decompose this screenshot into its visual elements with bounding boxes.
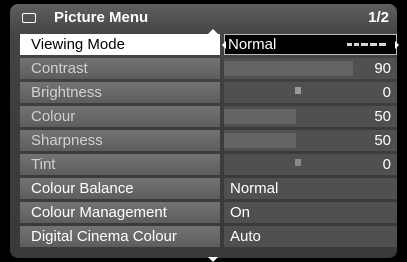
colour-management-label: Colour Management [20, 202, 220, 223]
viewing-mode-selector[interactable]: Normal [222, 34, 399, 55]
digital-cinema-colour-value: Auto [230, 228, 261, 245]
menu-row-brightness[interactable]: Brightness 0 [20, 82, 397, 103]
menu-title: Picture Menu [54, 9, 149, 26]
tint-slider[interactable]: 0 [224, 154, 397, 175]
sharpness-label: Sharpness [20, 130, 220, 151]
sharpness-level-bar [224, 133, 296, 148]
colour-balance-value: Normal [230, 180, 279, 197]
menu-row-digital-cinema-colour[interactable]: Digital Cinema Colour Auto [20, 226, 397, 247]
digital-cinema-colour-label: Digital Cinema Colour [20, 226, 220, 247]
colour-balance-field[interactable]: Normal [224, 178, 397, 199]
menu-header: Picture Menu 1/2 [10, 4, 397, 32]
contrast-label: Contrast [20, 58, 220, 79]
brightness-slider[interactable]: 0 [224, 82, 397, 103]
left-arrow-icon[interactable] [222, 41, 226, 49]
brightness-label: Brightness [20, 82, 220, 103]
sharpness-slider[interactable]: 50 [224, 130, 397, 151]
tint-center-marker [295, 159, 301, 166]
colour-level-bar [224, 109, 296, 124]
menu-row-colour-management[interactable]: Colour Management On [20, 202, 397, 223]
contrast-slider[interactable]: 90 [224, 58, 397, 79]
page-indicator: 1/2 [368, 9, 389, 26]
mode-position-icon [347, 43, 387, 46]
tint-value: 0 [382, 156, 391, 173]
contrast-value: 90 [374, 60, 391, 77]
brightness-center-marker [295, 87, 301, 94]
viewing-mode-label: Viewing Mode [20, 34, 220, 55]
menu-row-colour[interactable]: Colour 50 [20, 106, 397, 127]
right-arrow-icon[interactable] [395, 41, 399, 49]
menu-icon [22, 13, 36, 23]
colour-management-field[interactable]: On [224, 202, 397, 223]
colour-slider[interactable]: 50 [224, 106, 397, 127]
colour-label: Colour [20, 106, 220, 127]
colour-value: 50 [374, 108, 391, 125]
menu-row-colour-balance[interactable]: Colour Balance Normal [20, 178, 397, 199]
sharpness-value: 50 [374, 132, 391, 149]
menu-row-viewing-mode[interactable]: Viewing Mode Normal [20, 34, 399, 55]
menu-row-sharpness[interactable]: Sharpness 50 [20, 130, 397, 151]
menu-row-contrast[interactable]: Contrast 90 [20, 58, 397, 79]
colour-management-value: On [230, 204, 251, 221]
digital-cinema-colour-field[interactable]: Auto [224, 226, 397, 247]
contrast-level-bar [224, 61, 353, 76]
brightness-value: 0 [382, 84, 391, 101]
menu-row-tint[interactable]: Tint 0 [20, 154, 397, 175]
menu-panel: Picture Menu 1/2 Viewing Mode Normal Con… [10, 4, 399, 262]
colour-balance-label: Colour Balance [20, 178, 220, 199]
picture-menu: Picture Menu 1/2 Viewing Mode Normal Con… [0, 0, 407, 262]
viewing-mode-value: Normal [228, 36, 277, 53]
tint-label: Tint [20, 154, 220, 175]
